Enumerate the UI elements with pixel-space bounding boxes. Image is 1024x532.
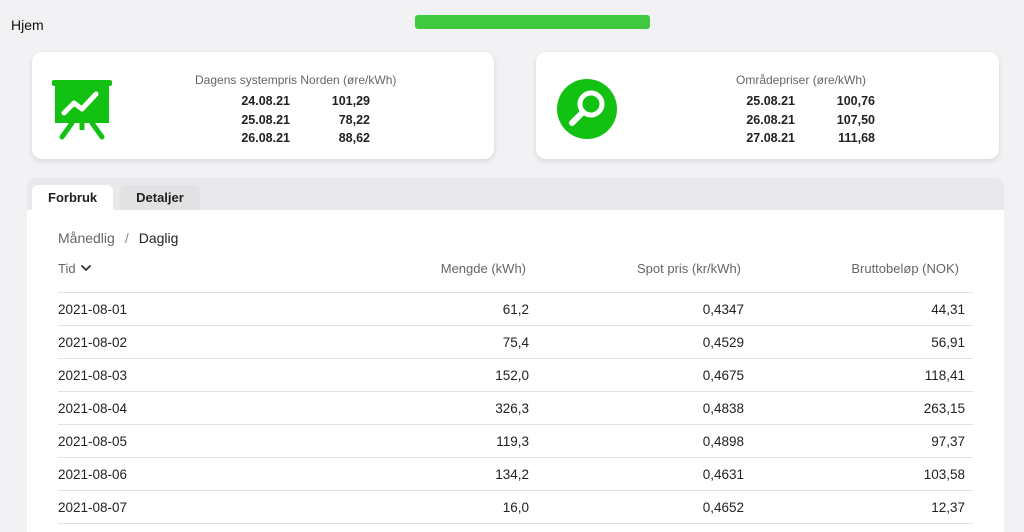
cell-brutto: 103,58 [923, 467, 965, 482]
column-header-mengde: Mengde (kWh) [440, 261, 526, 276]
cell-spot: 0,4347 [702, 302, 744, 317]
price-date: 26.08.21 [746, 112, 795, 127]
cell-tid: 2021-08-01 [58, 302, 128, 317]
breadcrumb-monthly[interactable]: Månedlig [58, 230, 115, 246]
price-row: 25.08.21 78,22 [230, 111, 400, 130]
system-price-rows: 24.08.21 101,29 25.08.21 78,22 26.08.21 … [230, 92, 400, 148]
price-date: 24.08.21 [241, 94, 290, 109]
cell-brutto: 263,15 [923, 401, 965, 416]
cell-mengde: 119,3 [496, 434, 529, 449]
price-value: 88,62 [338, 131, 370, 146]
cell-mengde: 75,4 [502, 335, 529, 350]
table-row: 2021-08-05 119,3 0,4898 97,37 [58, 425, 973, 458]
cell-mengde: 134,2 [495, 467, 529, 482]
price-date: 25.08.21 [241, 112, 290, 127]
table-header: Tid Mengde (kWh) Spot pris (kr/kWh) Brut… [58, 261, 973, 293]
column-header-tid[interactable]: Tid [58, 261, 92, 276]
tab-forbruk[interactable]: Forbruk [32, 185, 114, 210]
table-row: 2021-08-01 61,2 0,4347 44,31 [58, 293, 973, 326]
tab-bar: Forbruk Detaljer [32, 185, 200, 210]
presentation-chart-icon [52, 80, 116, 140]
table-row: 2021-08-02 75,4 0,4529 56,91 [58, 326, 973, 359]
price-date: 27.08.21 [746, 131, 795, 146]
breadcrumb-daily: Daglig [138, 230, 179, 246]
cell-tid: 2021-08-03 [58, 368, 128, 383]
column-header-spot: Spot pris (kr/kWh) [636, 261, 741, 276]
cell-mengde: 326,3 [495, 401, 529, 416]
cell-mengde: 152,0 [495, 368, 529, 383]
system-price-title: Dagens systempris Norden (øre/kWh) [195, 73, 397, 87]
price-value: 78,22 [338, 112, 370, 127]
cell-brutto: 12,37 [931, 500, 965, 515]
cell-spot: 0,4838 [702, 401, 744, 416]
price-row: 26.08.21 88,62 [230, 129, 400, 148]
price-value: 107,50 [836, 112, 875, 127]
cell-brutto: 44,31 [931, 302, 965, 317]
cell-spot: 0,4898 [702, 434, 744, 449]
area-price-title: Områdepriser (øre/kWh) [736, 73, 867, 87]
table-row: 2021-08-04 326,3 0,4838 263,15 [58, 392, 973, 425]
price-date: 25.08.21 [746, 94, 795, 109]
table-row: 2021-08-06 134,2 0,4631 103,58 [58, 458, 973, 491]
cell-spot: 0,4529 [702, 335, 744, 350]
cell-tid: 2021-08-06 [58, 467, 128, 482]
price-value: 100,76 [836, 94, 875, 109]
magnifier-icon [557, 79, 617, 139]
breadcrumb-separator: / [124, 230, 129, 246]
column-header-brutto: Bruttobeløp (NOK) [851, 261, 959, 276]
cell-tid: 2021-08-05 [58, 434, 128, 449]
cell-tid: 2021-08-04 [58, 401, 128, 416]
cell-brutto: 56,91 [931, 335, 965, 350]
home-link[interactable]: Hjem [11, 17, 44, 33]
price-date: 26.08.21 [241, 131, 290, 146]
column-header-tid-label: Tid [58, 261, 76, 276]
cell-brutto: 97,37 [931, 434, 965, 449]
chevron-down-icon [80, 261, 92, 276]
price-row: 27.08.21 111,68 [735, 129, 905, 148]
system-price-card: Dagens systempris Norden (øre/kWh) 24.08… [32, 52, 494, 159]
price-value: 111,68 [838, 131, 875, 146]
cell-spot: 0,4652 [702, 500, 744, 515]
cell-tid: 2021-08-07 [58, 500, 128, 515]
price-row: 25.08.21 100,76 [735, 92, 905, 111]
cell-spot: 0,4675 [702, 368, 744, 383]
table-row: 2021-08-03 152,0 0,4675 118,41 [58, 359, 973, 392]
area-price-rows: 25.08.21 100,76 26.08.21 107,50 27.08.21… [735, 92, 905, 148]
table-body: 2021-08-01 61,2 0,4347 44,31 2021-08-02 … [58, 293, 973, 524]
area-price-card: Områdepriser (øre/kWh) 25.08.21 100,76 2… [536, 52, 999, 159]
breadcrumb: Månedlig / Daglig [58, 230, 178, 246]
tab-detaljer[interactable]: Detaljer [120, 185, 200, 210]
cell-brutto: 118,41 [924, 368, 965, 383]
redacted-meter-id [415, 15, 650, 29]
consumption-panel: Forbruk Detaljer Månedlig / Daglig Tid Men… [27, 178, 1004, 532]
cell-spot: 0,4631 [702, 467, 744, 482]
table-row: 2021-08-07 16,0 0,4652 12,37 [58, 491, 973, 524]
price-row: 24.08.21 101,29 [230, 92, 400, 111]
price-row: 26.08.21 107,50 [735, 111, 905, 130]
cell-mengde: 16,0 [502, 500, 529, 515]
tab-content: Månedlig / Daglig Tid Mengde (kWh) Spot pr… [27, 210, 1004, 532]
cell-mengde: 61,2 [502, 302, 529, 317]
price-value: 101,29 [331, 94, 370, 109]
cell-tid: 2021-08-02 [58, 335, 128, 350]
